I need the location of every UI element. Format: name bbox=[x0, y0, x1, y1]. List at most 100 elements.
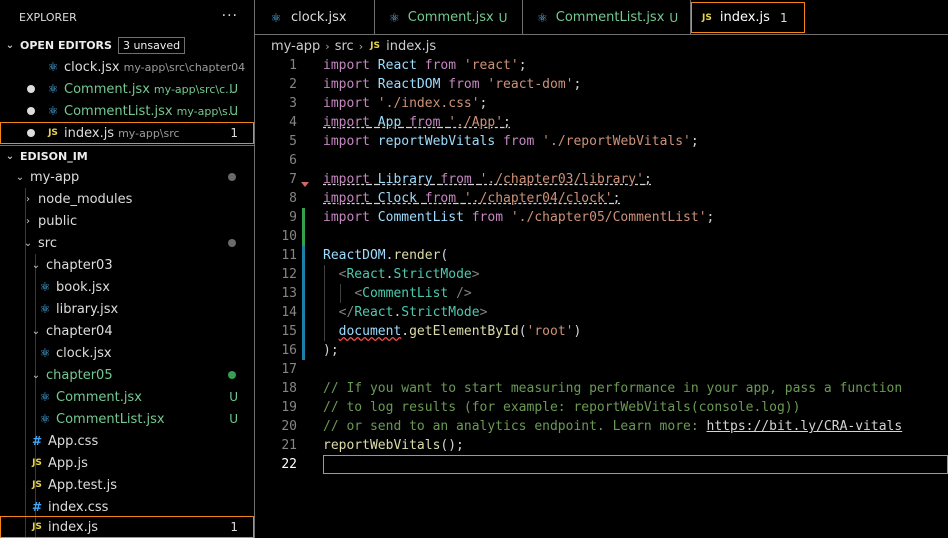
tab-commentlist[interactable]: ⚛ CommentList.jsx U bbox=[523, 0, 691, 35]
change-marker[interactable] bbox=[302, 284, 305, 303]
tree-file[interactable]: # index.css bbox=[0, 496, 254, 518]
css-file-icon: # bbox=[31, 500, 43, 514]
code-line[interactable]: 14 </React.StrictMode> bbox=[255, 303, 948, 322]
code-line[interactable]: 12 <React.StrictMode> bbox=[255, 265, 948, 284]
chevron-down-icon: ⌄ bbox=[5, 39, 15, 51]
code-token[interactable]: https://bit.ly/CRA-vitals bbox=[707, 419, 903, 434]
tree-file[interactable]: ⚛ clock.jsx bbox=[0, 342, 254, 364]
tree-file[interactable]: JS index.js 1 bbox=[0, 516, 254, 538]
unsaved-dot-icon[interactable] bbox=[27, 107, 35, 115]
untracked-dot bbox=[228, 371, 236, 379]
tree-folder[interactable]: ⌄ chapter05 bbox=[0, 364, 254, 386]
unsaved-dot-icon[interactable] bbox=[27, 85, 35, 93]
tab-clock[interactable]: ⚛ clock.jsx bbox=[255, 0, 375, 35]
tree-file[interactable]: # App.css bbox=[0, 430, 254, 452]
chevron-down-icon: ⌄ bbox=[15, 171, 25, 183]
react-file-icon: ⚛ bbox=[47, 60, 59, 74]
more-actions-icon[interactable]: ··· bbox=[222, 8, 238, 24]
tree-file[interactable]: ⚛ CommentList.jsx U bbox=[0, 408, 254, 430]
tree-folder[interactable]: ⌄ my-app bbox=[0, 166, 254, 188]
code-token: from bbox=[503, 134, 535, 149]
tree-label: App.css bbox=[48, 433, 99, 449]
code-line[interactable]: 6 bbox=[255, 151, 948, 170]
tree-folder[interactable]: ⌄ src bbox=[0, 232, 254, 254]
code-line[interactable]: 11 ReactDOM.render( bbox=[255, 246, 948, 265]
line-number: 20 bbox=[281, 419, 297, 434]
code-line[interactable]: 9 import CommentList from './chapter05/Co… bbox=[255, 208, 948, 227]
code-editor[interactable]: 1 import React from 'react'; 2 import React… bbox=[255, 56, 948, 538]
tree-folder[interactable]: › node_modules bbox=[0, 188, 254, 210]
code-token: reportWebVitals bbox=[323, 438, 441, 453]
tree-folder[interactable]: ⌄ chapter04 bbox=[0, 320, 254, 342]
tab-comment[interactable]: ⚛ Comment.jsx U bbox=[375, 0, 523, 35]
tree-label: chapter04 bbox=[46, 323, 113, 339]
code-line[interactable]: 22 bbox=[255, 455, 948, 474]
code-line[interactable]: 18 // If you want to start measuring perf… bbox=[255, 379, 948, 398]
tree-folder[interactable]: ⌄ chapter03 bbox=[0, 254, 254, 276]
line-number: 1 bbox=[289, 58, 297, 73]
code-line[interactable]: 16); bbox=[255, 341, 948, 360]
tree-label: src bbox=[38, 235, 57, 251]
change-marker[interactable] bbox=[302, 208, 305, 227]
code-line[interactable]: 1 import React from 'react'; bbox=[255, 56, 948, 75]
code-token: App bbox=[377, 115, 402, 130]
open-editor-item[interactable]: ⚛ CommentList.jsx my-app\s... U bbox=[0, 100, 254, 122]
breadcrumb-item[interactable]: my-app bbox=[271, 39, 320, 54]
open-editor-item[interactable]: JS index.js my-app\src 1 bbox=[0, 122, 254, 144]
code-line[interactable]: 19 // to log results (for example: report… bbox=[255, 398, 948, 417]
chevron-down-icon: ⌄ bbox=[31, 325, 41, 337]
unsaved-dot-icon[interactable] bbox=[27, 129, 35, 137]
tree-file[interactable]: JS App.js bbox=[0, 452, 254, 474]
change-marker[interactable] bbox=[302, 322, 305, 341]
code-token: ; bbox=[690, 134, 699, 149]
tree-file[interactable]: ⚛ Comment.jsx U bbox=[0, 386, 254, 408]
untracked-status: U bbox=[669, 10, 679, 25]
deleted-lines-marker[interactable] bbox=[301, 182, 309, 187]
chevron-right-icon: › bbox=[358, 39, 364, 53]
tree-file[interactable]: ⚛ library.jsx bbox=[0, 298, 254, 320]
explorer-header: EXPLORER ··· bbox=[0, 0, 254, 34]
code-line[interactable]: 7 import Library from './chapter03/librar… bbox=[255, 170, 948, 189]
breadcrumb-item[interactable]: index.js bbox=[386, 39, 436, 54]
open-editor-item[interactable]: ⚛ Comment.jsx my-app\src\c... U bbox=[0, 78, 254, 100]
open-editor-item[interactable]: ⚛ clock.jsx my-app\src\chapter04 bbox=[0, 56, 254, 78]
react-file-icon: ⚛ bbox=[47, 82, 59, 96]
tab-index[interactable]: JS index.js 1 bbox=[691, 2, 805, 33]
change-marker[interactable] bbox=[302, 265, 305, 284]
change-marker[interactable] bbox=[302, 303, 305, 322]
code-line[interactable]: 8 import Clock from './chapter04/clock'; bbox=[255, 189, 948, 208]
code-line[interactable]: 4 import App from './App'; bbox=[255, 113, 948, 132]
tree-file[interactable]: JS App.test.js bbox=[0, 474, 254, 496]
change-marker[interactable] bbox=[302, 227, 305, 246]
code-token: Library bbox=[377, 172, 433, 187]
code-line[interactable]: 20 // or send to an analytics endpoint. L… bbox=[255, 417, 948, 436]
workspace-section[interactable]: ⌄ EDISON_IM bbox=[0, 145, 254, 167]
code-line[interactable]: 5 import reportWebVitals from './reportWe… bbox=[255, 132, 948, 151]
code-line[interactable]: 15 document.getElementById('root') bbox=[255, 322, 948, 341]
code-line[interactable]: 21 reportWebVitals(); bbox=[255, 436, 948, 455]
code-line[interactable]: 10 bbox=[255, 227, 948, 246]
breadcrumb: my-app › src › JS index.js bbox=[271, 36, 436, 56]
untracked-status: U bbox=[229, 412, 238, 426]
chevron-down-icon: ⌄ bbox=[31, 369, 41, 381]
change-marker[interactable] bbox=[302, 341, 305, 360]
change-marker[interactable] bbox=[302, 246, 305, 265]
code-line[interactable]: 13 <CommentList /> bbox=[255, 284, 948, 303]
code-line[interactable]: 3 import './index.css'; bbox=[255, 94, 948, 113]
tree-folder[interactable]: › public bbox=[0, 210, 254, 232]
code-line[interactable]: 17 bbox=[255, 360, 948, 379]
code-token: 'root' bbox=[526, 324, 574, 339]
code-text: import Library from './chapter03/library… bbox=[323, 170, 652, 189]
code-line[interactable]: 2 import ReactDOM from 'react-dom'; bbox=[255, 75, 948, 94]
open-editors-section[interactable]: ⌄ OPEN EDITORS 3 unsaved bbox=[0, 34, 254, 56]
modified-dot bbox=[228, 239, 236, 247]
code-token: import bbox=[323, 96, 370, 111]
code-token: CommentList bbox=[377, 210, 464, 225]
breadcrumb-item[interactable]: src bbox=[335, 39, 354, 54]
tree-file[interactable]: ⚛ book.jsx bbox=[0, 276, 254, 298]
code-token: import bbox=[323, 115, 370, 130]
